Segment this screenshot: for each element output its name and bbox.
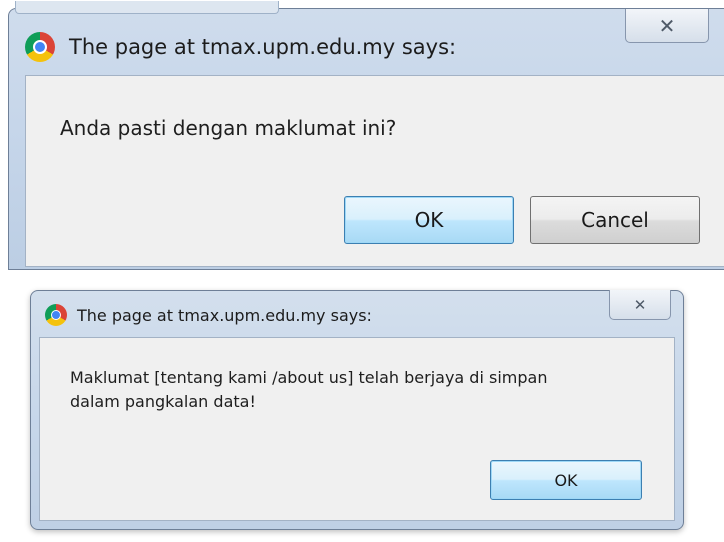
cancel-button[interactable]: Cancel <box>530 196 700 244</box>
dialog-message: Anda pasti dengan maklumat ini? <box>60 116 397 140</box>
chrome-icon <box>25 32 55 62</box>
message-line: dalam pangkalan data! <box>70 392 256 411</box>
message-line: Maklumat [tentang kami /about us] telah … <box>70 368 548 387</box>
close-button[interactable]: ✕ <box>609 290 671 320</box>
dialog-title: The page at tmax.upm.edu.my says: <box>69 35 457 59</box>
dialog-message: Maklumat [tentang kami /about us] telah … <box>70 366 660 414</box>
dialog-body: Anda pasti dengan maklumat ini? OK Cance… <box>25 75 724 267</box>
alert-dialog: The page at tmax.upm.edu.my says: ✕ Makl… <box>30 290 684 530</box>
dialog-title: The page at tmax.upm.edu.my says: <box>77 305 372 325</box>
background-window-edge <box>15 1 279 14</box>
ok-button[interactable]: OK <box>344 196 514 244</box>
close-button[interactable]: ✕ <box>625 9 709 43</box>
chrome-icon <box>45 304 67 326</box>
close-icon: ✕ <box>658 13 676 38</box>
close-icon: ✕ <box>633 295 647 314</box>
ok-button[interactable]: OK <box>490 460 642 500</box>
dialog-body: Maklumat [tentang kami /about us] telah … <box>39 337 675 521</box>
dialog-titlebar: The page at tmax.upm.edu.my says: <box>25 27 585 67</box>
confirm-dialog: The page at tmax.upm.edu.my says: ✕ Anda… <box>8 1 724 270</box>
dialog-titlebar: The page at tmax.upm.edu.my says: <box>45 297 565 333</box>
